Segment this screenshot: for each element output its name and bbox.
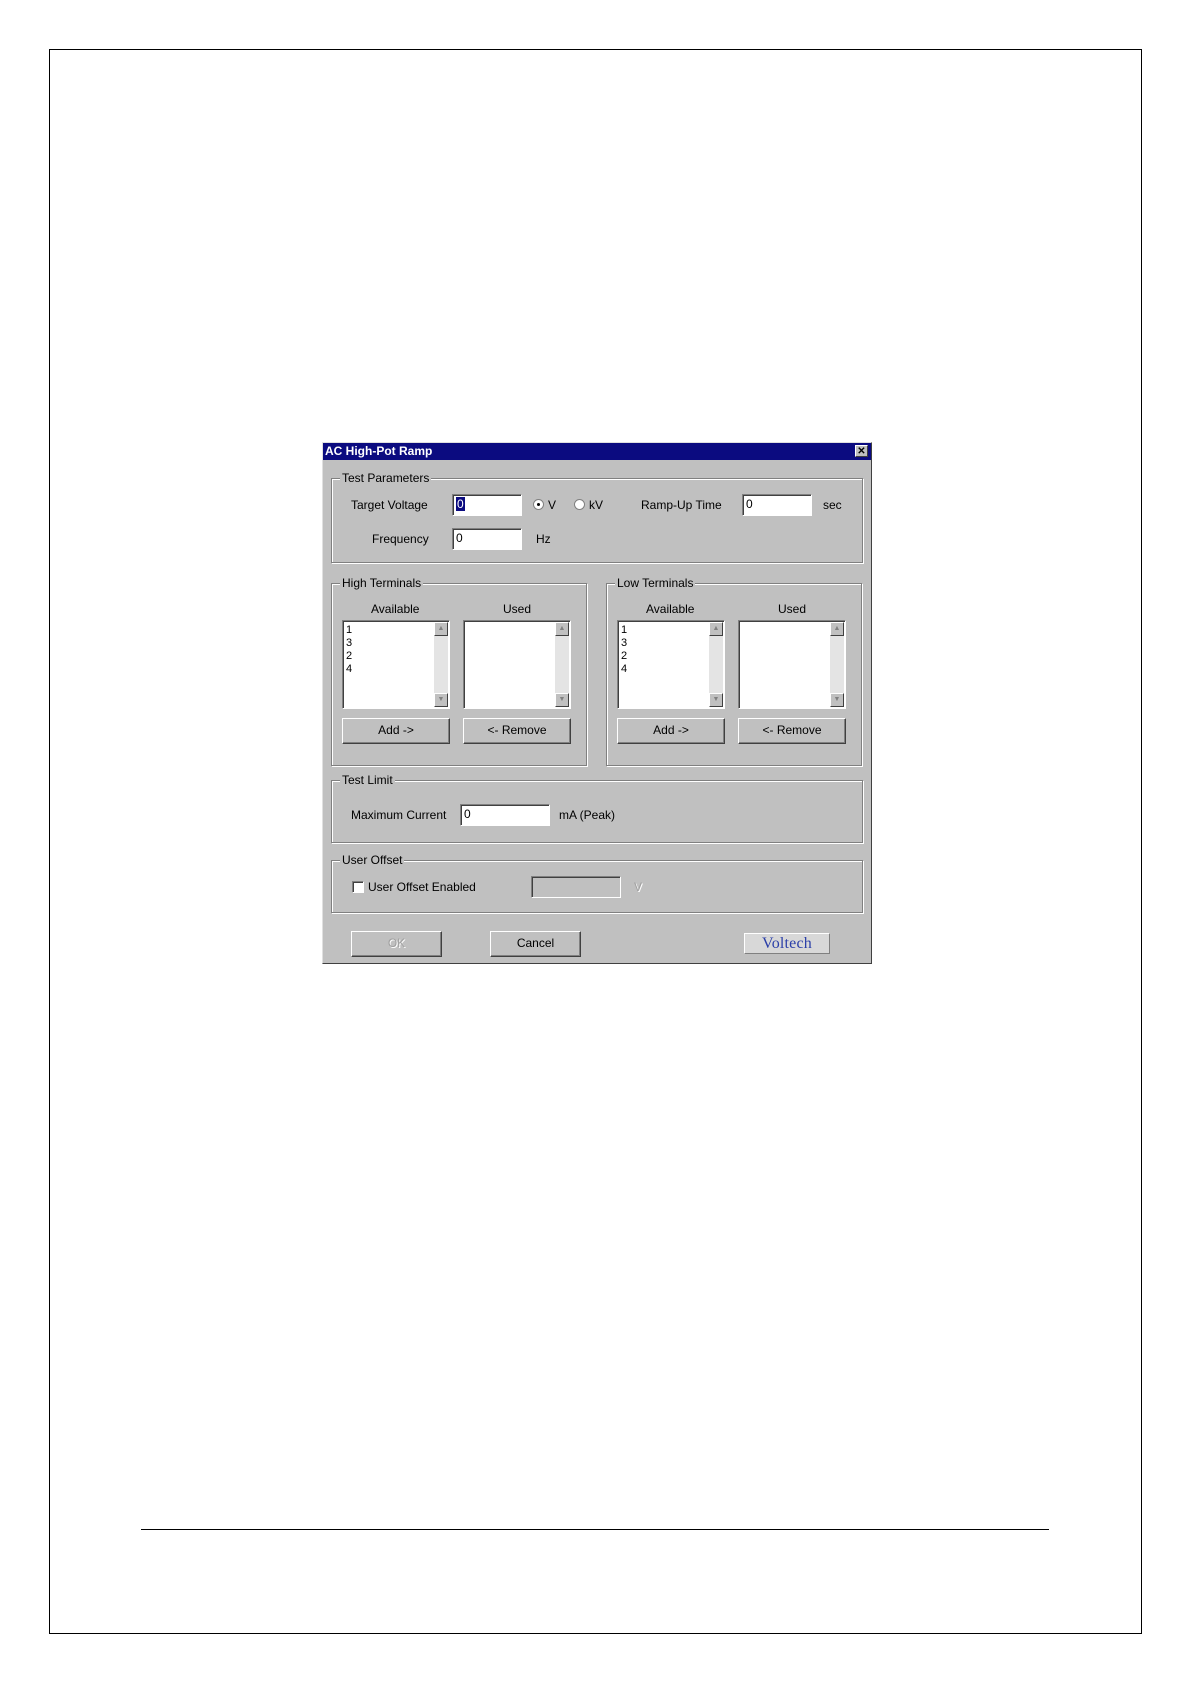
frequency-label: Frequency: [372, 532, 429, 546]
user-offset-label: User Offset: [340, 853, 405, 867]
maximum-current-unit-label: mA (Peak): [559, 808, 616, 822]
scrollbar[interactable]: ▲ ▼: [555, 622, 569, 707]
target-voltage-label: Target Voltage: [351, 498, 428, 512]
low-add-button[interactable]: Add ->: [617, 718, 725, 744]
unit-kv-radio[interactable]: [574, 499, 585, 510]
list-item[interactable]: 2: [621, 650, 627, 663]
high-add-button[interactable]: Add ->: [342, 718, 450, 744]
scroll-down-icon[interactable]: ▼: [709, 693, 723, 707]
frequency-unit-label: Hz: [536, 532, 551, 546]
ramp-up-time-label: Ramp-Up Time: [641, 498, 722, 512]
voltech-logo: Voltech: [744, 933, 830, 954]
high-used-list[interactable]: ▲ ▼: [463, 620, 571, 709]
high-remove-button[interactable]: <- Remove: [463, 718, 571, 744]
list-item[interactable]: 2: [346, 650, 352, 663]
unit-v-label: V: [548, 498, 557, 512]
ac-high-pot-ramp-dialog: AC High-Pot Ramp ✕ Test Parameters Targe…: [322, 442, 872, 964]
high-used-label: Used: [503, 602, 532, 616]
test-limit-label: Test Limit: [340, 773, 395, 787]
dialog-title: AC High-Pot Ramp: [325, 444, 433, 458]
scroll-down-icon[interactable]: ▼: [434, 693, 448, 707]
scroll-up-icon[interactable]: ▲: [434, 622, 448, 636]
target-voltage-input[interactable]: 0: [452, 494, 522, 516]
ramp-up-unit-label: sec: [823, 498, 842, 512]
unit-kv-label: kV: [589, 498, 604, 512]
maximum-current-input[interactable]: 0: [460, 804, 550, 826]
user-offset-checkbox[interactable]: [352, 881, 364, 893]
low-used-label: Used: [778, 602, 807, 616]
cancel-button[interactable]: Cancel: [490, 931, 581, 957]
scroll-up-icon[interactable]: ▲: [555, 622, 569, 636]
scrollbar[interactable]: ▲ ▼: [434, 622, 448, 707]
scroll-down-icon[interactable]: ▼: [830, 693, 844, 707]
unit-v-radio[interactable]: [533, 499, 544, 510]
high-available-label: Available: [371, 602, 420, 616]
high-terminals-label: High Terminals: [340, 576, 424, 590]
footer-divider: [141, 1529, 1049, 1530]
scroll-up-icon[interactable]: ▲: [709, 622, 723, 636]
list-item[interactable]: 4: [346, 663, 352, 676]
low-used-list[interactable]: ▲ ▼: [738, 620, 846, 709]
high-available-list[interactable]: 1 3 2 4 ▲ ▼: [342, 620, 450, 709]
low-available-label: Available: [646, 602, 695, 616]
low-available-list[interactable]: 1 3 2 4 ▲ ▼: [617, 620, 725, 709]
list-item[interactable]: 3: [621, 637, 627, 650]
list-item[interactable]: 1: [621, 624, 627, 637]
user-offset-input[interactable]: [531, 876, 621, 898]
list-item[interactable]: 1: [346, 624, 352, 637]
list-item[interactable]: 3: [346, 637, 352, 650]
maximum-current-label: Maximum Current: [351, 808, 447, 822]
scrollbar[interactable]: ▲ ▼: [709, 622, 723, 707]
scroll-down-icon[interactable]: ▼: [555, 693, 569, 707]
title-bar[interactable]: AC High-Pot Ramp ✕: [323, 443, 871, 460]
close-icon[interactable]: ✕: [855, 445, 868, 457]
ok-button[interactable]: OK: [351, 931, 442, 957]
user-offset-unit-label: V: [634, 880, 643, 894]
user-offset-enabled-label: User Offset Enabled: [368, 880, 476, 894]
ramp-up-time-input[interactable]: 0: [742, 494, 812, 516]
low-terminals-label: Low Terminals: [615, 576, 696, 590]
test-parameters-group: Test Parameters: [331, 471, 863, 563]
list-item[interactable]: 4: [621, 663, 627, 676]
test-parameters-label: Test Parameters: [340, 471, 432, 485]
frequency-input[interactable]: 0: [452, 528, 522, 550]
scrollbar[interactable]: ▲ ▼: [830, 622, 844, 707]
low-remove-button[interactable]: <- Remove: [738, 718, 846, 744]
scroll-up-icon[interactable]: ▲: [830, 622, 844, 636]
